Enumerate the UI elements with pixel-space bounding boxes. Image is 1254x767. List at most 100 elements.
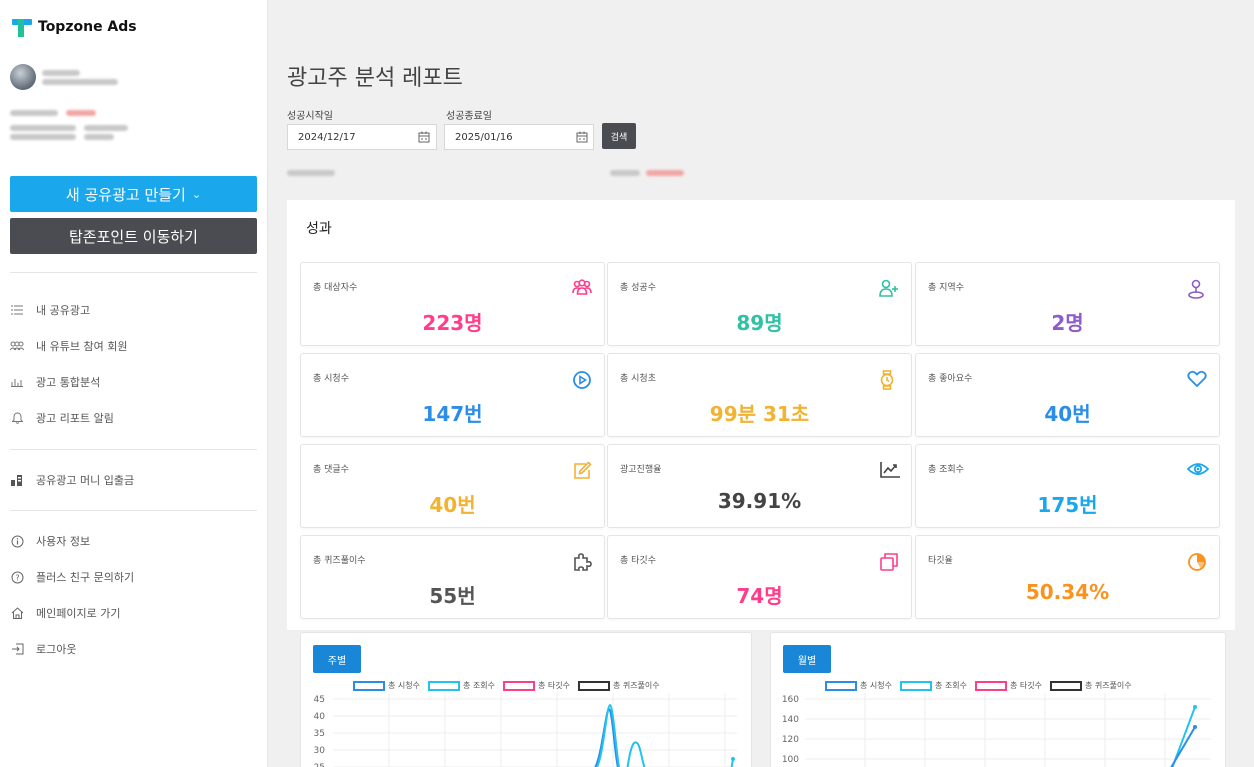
stat-card-total-regions: 총 지역수 2명 (915, 262, 1220, 346)
sidebar-item-label: 메인페이지로 가기 (36, 607, 121, 620)
bar-chart-icon (10, 375, 24, 389)
y-tick-label: 120 (782, 735, 799, 745)
stat-value: 74명 (736, 584, 783, 608)
copy-icon (879, 552, 899, 572)
edit-icon (572, 461, 592, 481)
stat-value: 99분 31초 (709, 402, 810, 426)
stat-label: 총 조회수 (928, 465, 964, 475)
user-profile (10, 64, 118, 90)
stat-card-total-quiz: 총 퀴즈풀이수 55번 (300, 535, 605, 619)
eye-icon (1186, 461, 1210, 481)
svg-text:?: ? (15, 573, 19, 582)
stat-label: 총 시청수 (313, 374, 349, 384)
search-button-label: 검색 (610, 132, 628, 143)
series-point (1193, 705, 1197, 709)
stat-value: 147번 (422, 402, 483, 426)
stat-value: 40번 (429, 493, 476, 517)
calendar-icon[interactable] (575, 130, 589, 144)
y-tick-label: 160 (782, 695, 799, 705)
search-button[interactable]: 검색 (602, 123, 636, 149)
end-date-input[interactable]: 2025/01/16 (444, 124, 594, 150)
stat-label: 총 댓글수 (313, 465, 349, 475)
sidebar-item-youtube-members[interactable]: 내 유튜브 참여 회원 (10, 337, 127, 355)
weekly-line-chart: 45 40 35 30 25 (314, 693, 737, 767)
group-icon (10, 339, 24, 353)
monthly-line-chart: 160 140 120 100 (782, 693, 1211, 767)
sidebar-item-user-info[interactable]: 사용자 정보 (10, 532, 90, 550)
stat-value: 50.34% (1025, 580, 1110, 604)
logo-mark-icon (12, 17, 32, 37)
logo[interactable]: Topzone Ads (12, 17, 137, 37)
play-icon (572, 370, 592, 390)
stat-card-total-watch-seconds: 총 시청초 99분 31초 (607, 353, 912, 437)
sidebar-item-money[interactable]: 공유광고 머니 입출금 (10, 471, 134, 489)
stat-card-total-target-count: 총 타깃수 74명 (607, 535, 912, 619)
sidebar-item-label: 로그아웃 (36, 643, 77, 656)
sidebar-item-label: 내 공유광고 (36, 304, 91, 317)
stat-label: 총 대상자수 (313, 283, 358, 293)
divider (10, 449, 257, 450)
section-title: 성과 (306, 221, 332, 237)
calendar-icon[interactable] (417, 130, 431, 144)
start-date-input[interactable]: 2024/12/17 (287, 124, 437, 150)
sidebar-item-label: 공유광고 머니 입출금 (36, 474, 135, 487)
stat-label: 광고진행율 (620, 465, 662, 475)
start-date-value: 2024/12/17 (298, 131, 356, 143)
advertiser-name (287, 170, 335, 176)
add-user-icon (879, 279, 899, 299)
end-date-label: 성공종료일 (446, 111, 492, 122)
app-title: Topzone Ads (38, 19, 137, 35)
balance-summary (610, 170, 684, 176)
sidebar-item-report-alerts[interactable]: 광고 리포트 알림 (10, 409, 114, 427)
stat-card-total-views: 총 시청수 147번 (300, 353, 605, 437)
stat-value: 175번 (1037, 493, 1098, 517)
stat-value: 2명 (1051, 311, 1084, 335)
sidebar-item-label: 플러스 친구 문의하기 (36, 571, 135, 584)
stat-value: 223명 (422, 311, 483, 335)
sidebar-item-ad-analytics[interactable]: 광고 통합분석 (10, 373, 100, 391)
heart-icon (1187, 370, 1207, 390)
sidebar: Topzone Ads 새 공유광고 만들기 ⌄ 탑존포인트 이동하기 내 공유… (0, 0, 268, 767)
sidebar-item-plus-friend[interactable]: ? 플러스 친구 문의하기 (10, 568, 134, 586)
bell-icon (10, 411, 24, 425)
stat-card-total-likes: 총 좋아요수 40번 (915, 353, 1220, 437)
stat-card-target-rate: 타깃율 50.34% (915, 535, 1220, 619)
create-shared-ad-label: 새 공유광고 만들기 (65, 185, 186, 204)
series-point (1193, 725, 1197, 729)
chevron-down-icon: ⌄ (191, 187, 202, 201)
map-pin-icon (1187, 279, 1207, 299)
stat-label: 총 지역수 (928, 283, 964, 293)
divider (10, 510, 257, 511)
create-shared-ad-button[interactable]: 새 공유광고 만들기 ⌄ (10, 176, 257, 212)
stat-card-total-success: 총 성공수 89명 (607, 262, 912, 346)
y-tick-label: 35 (314, 729, 325, 739)
info-icon (10, 534, 24, 548)
puzzle-icon (572, 552, 592, 572)
sidebar-item-label: 사용자 정보 (36, 535, 91, 548)
sidebar-item-my-ads[interactable]: 내 공유광고 (10, 301, 90, 319)
stat-card-total-targets: 총 대상자수 223명 (300, 262, 605, 346)
stat-card-total-hits: 총 조회수 175번 (915, 444, 1220, 528)
pie-icon (1187, 552, 1207, 572)
monthly-chart-card: 월별 총 시청수 총 조회수 총 타깃수 총 퀴즈풀이수 160 140 120… (770, 632, 1226, 767)
series-line-hits (1171, 706, 1196, 767)
stat-label: 총 성공수 (620, 283, 656, 293)
list-icon (10, 303, 24, 317)
stat-value: 55번 (429, 584, 476, 608)
topzone-points-button[interactable]: 탑존포인트 이동하기 (10, 218, 257, 254)
topzone-points-label: 탑존포인트 이동하기 (69, 227, 198, 246)
weekly-chart-card: 주별 총 시청수 총 조회수 총 타깃수 총 퀴즈풀이수 45 40 35 30… (300, 632, 752, 767)
sidebar-item-label: 내 유튜브 참여 회원 (36, 340, 128, 353)
sidebar-item-main-page[interactable]: 메인페이지로 가기 (10, 604, 120, 622)
stat-card-total-comments: 총 댓글수 40번 (300, 444, 605, 528)
series-point (731, 757, 735, 761)
question-icon: ? (10, 570, 24, 584)
trend-icon (879, 461, 900, 481)
sidebar-item-logout[interactable]: 로그아웃 (10, 640, 76, 658)
wallet-icon (10, 473, 24, 487)
sidebar-item-label: 광고 리포트 알림 (36, 412, 114, 425)
page-title: 광고주 분석 레포트 (287, 66, 463, 91)
y-tick-label: 140 (782, 715, 799, 725)
stat-value: 39.91% (717, 489, 802, 513)
y-tick-label: 100 (782, 755, 799, 765)
